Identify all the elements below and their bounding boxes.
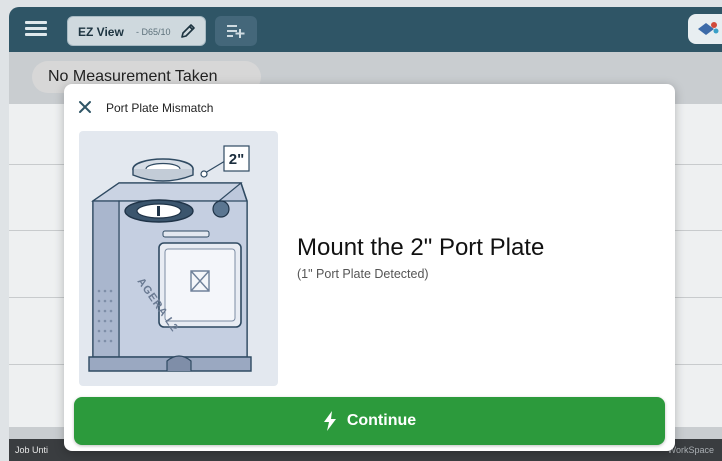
workspace-label: WorkSpace	[667, 445, 714, 455]
plate-size-badge: 2"	[229, 151, 244, 168]
top-toolbar: EZ View - D65/10	[9, 7, 722, 52]
close-icon[interactable]	[77, 99, 93, 115]
port-plate-dialog: Port Plate Mismatch 2" AGERA L2 Mount th…	[64, 84, 675, 451]
menu-icon[interactable]	[25, 21, 47, 37]
device-illustration: 2" AGERA L2	[79, 131, 278, 386]
continue-label: Continue	[346, 412, 417, 429]
add-tab-button[interactable]	[215, 16, 257, 46]
spectrophotometer-image	[88, 182, 252, 372]
continue-button[interactable]: Continue	[74, 397, 665, 445]
paint-icon	[698, 22, 719, 35]
port-plate-image	[132, 158, 194, 182]
continue-button-content: Continue	[74, 397, 665, 445]
tab-label: EZ View	[78, 25, 124, 39]
tab-ez-view[interactable]: EZ View - D65/10	[67, 16, 206, 46]
dialog-title: Port Plate Mismatch	[106, 101, 214, 115]
pencil-icon[interactable]	[179, 22, 197, 40]
dialog-subtext: (1" Port Plate Detected)	[297, 267, 429, 281]
dialog-headline: Mount the 2" Port Plate	[297, 234, 545, 261]
playlist-add-icon	[227, 25, 245, 38]
appearance-button[interactable]	[688, 14, 722, 44]
job-label: Job Unti	[15, 445, 49, 455]
tab-sublabel: - D65/10	[136, 27, 171, 37]
lightning-icon	[323, 411, 336, 431]
